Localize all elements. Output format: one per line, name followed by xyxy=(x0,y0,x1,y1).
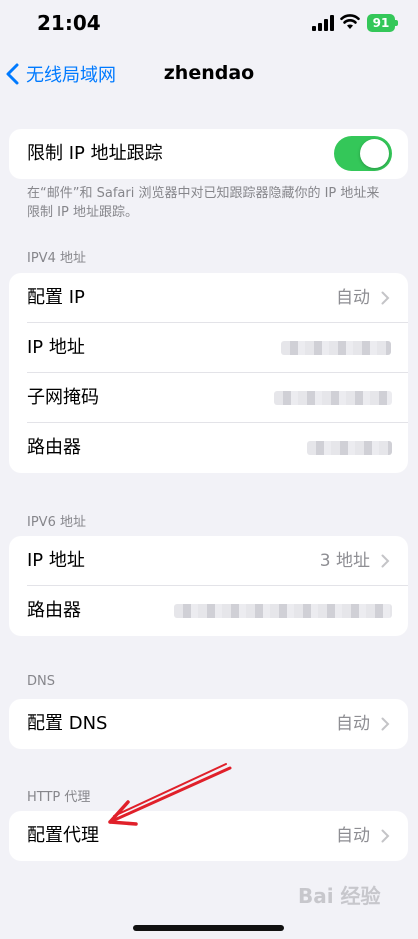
battery-icon: 91 xyxy=(367,14,398,32)
annotation-arrow-icon xyxy=(108,763,232,826)
limit-ip-tracking-row: 限制 IP 地址跟踪 xyxy=(9,129,408,179)
privacy-group: 限制 IP 地址跟踪 xyxy=(9,129,408,179)
configure-proxy-label: 配置代理 xyxy=(27,825,99,846)
chevron-right-icon xyxy=(381,717,390,731)
redacted-router-address xyxy=(307,441,392,455)
http-proxy-section-header: HTTP 代理 xyxy=(27,790,91,805)
dns-group: 配置 DNS 自动 xyxy=(9,699,408,749)
status-time: 21:04 xyxy=(37,11,101,35)
page-title: zhendao xyxy=(163,62,255,84)
ipv4-router-row: 路由器 xyxy=(9,423,408,473)
limit-ip-tracking-footer: 在“邮件”和 Safari 浏览器中对已知跟踪器隐藏你的 IP 地址来限制 IP… xyxy=(27,186,380,220)
configure-ip-row[interactable]: 配置 IP 自动 xyxy=(9,273,408,323)
battery-level: 91 xyxy=(367,14,395,32)
ipv6-router-label: 路由器 xyxy=(27,600,81,621)
configure-dns-row[interactable]: 配置 DNS 自动 xyxy=(9,699,408,749)
configure-ip-label: 配置 IP xyxy=(27,287,85,308)
configure-ip-value: 自动 xyxy=(336,288,370,308)
limit-ip-tracking-toggle[interactable] xyxy=(334,136,392,171)
configure-dns-value: 自动 xyxy=(336,714,370,734)
dns-section-header: DNS xyxy=(27,674,55,689)
ipv6-section-header: IPV6 地址 xyxy=(27,515,86,530)
ipv6-address-count: 3 地址 xyxy=(319,551,370,571)
ipv4-group: 配置 IP 自动 IP 地址 子网掩码 路由器 xyxy=(9,273,408,473)
wifi-icon xyxy=(340,14,360,29)
redacted-ip-address xyxy=(281,341,391,355)
ipv4-section-header: IPV4 地址 xyxy=(27,251,86,266)
home-indicator[interactable] xyxy=(133,925,284,931)
subnet-mask-label: 子网掩码 xyxy=(27,387,99,408)
configure-dns-label: 配置 DNS xyxy=(27,713,108,734)
ipv6-address-label: IP 地址 xyxy=(27,550,85,571)
status-bar: 21:04 91 xyxy=(0,0,418,50)
limit-ip-tracking-label: 限制 IP 地址跟踪 xyxy=(27,143,163,164)
toggle-knob xyxy=(360,139,389,168)
redacted-ipv6-router xyxy=(174,604,392,618)
chevron-right-icon xyxy=(381,554,390,568)
chevron-right-icon xyxy=(381,291,390,305)
navigation-bar: 无线局域网 zhendao xyxy=(0,52,418,96)
ipv4-address-label: IP 地址 xyxy=(27,337,85,358)
chevron-right-icon xyxy=(381,829,390,843)
ipv6-group: IP 地址 3 地址 路由器 xyxy=(9,536,408,636)
ipv6-router-row: 路由器 xyxy=(9,586,408,636)
redacted-subnet-mask xyxy=(274,391,392,405)
ipv6-address-row[interactable]: IP 地址 3 地址 xyxy=(9,536,408,586)
subnet-mask-row: 子网掩码 xyxy=(9,373,408,423)
cellular-signal-icon xyxy=(312,15,334,31)
ipv4-router-label: 路由器 xyxy=(27,437,81,458)
ipv4-address-row: IP 地址 xyxy=(9,323,408,373)
configure-proxy-value: 自动 xyxy=(336,826,370,846)
watermark: Bai 经验 xyxy=(298,884,381,908)
